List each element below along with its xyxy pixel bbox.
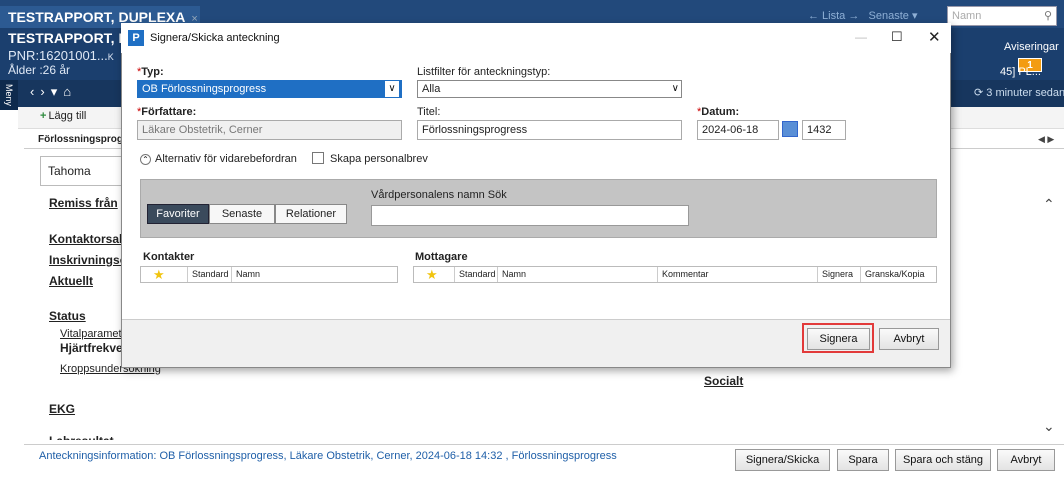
vardpersonal-search-input[interactable] xyxy=(371,205,689,226)
listfilter-select[interactable]: Alla ∨ xyxy=(417,80,682,98)
chevron-up-icon[interactable]: ⌃ xyxy=(140,153,151,165)
col-namn[interactable]: Namn xyxy=(497,267,526,282)
refresh-icon[interactable]: ⟳ xyxy=(974,87,983,99)
forfattare-label: *Författare: xyxy=(137,106,197,118)
kontakter-grid-header: ★ Standard Namn xyxy=(140,266,398,283)
avisering-label[interactable]: Aviseringar xyxy=(1004,41,1059,53)
forward-icon[interactable]: › xyxy=(40,84,50,99)
datum-field[interactable]: 2024-06-18 xyxy=(697,120,779,140)
scroll-up-icon[interactable]: ⌃ xyxy=(1043,196,1055,213)
menu-button[interactable]: Meny xyxy=(0,80,18,110)
pnr-value: PNR:16201001... xyxy=(8,48,108,63)
label-hjartfrekvens: Hjärtfrekver xyxy=(60,341,128,355)
col-granska[interactable]: Granska/Kopia xyxy=(860,267,925,282)
mottagare-label: Mottagare xyxy=(415,251,468,263)
app-icon: P xyxy=(128,30,144,46)
typ-label: *Typ: xyxy=(137,66,164,78)
spara-och-stang-button[interactable]: Spara och stäng xyxy=(895,449,991,471)
dialog-title: Signera/Skicka anteckning xyxy=(150,32,280,44)
col-namn[interactable]: Namn xyxy=(231,267,260,282)
chevron-down-icon[interactable]: ∨ xyxy=(672,81,679,97)
star-icon[interactable]: ★ xyxy=(153,267,165,282)
chevron-down-icon[interactable]: ∨ xyxy=(385,81,399,97)
typ-value: OB Förlossningsprogress xyxy=(142,83,267,95)
calendar-icon[interactable] xyxy=(782,121,798,137)
tab-relationer[interactable]: Relationer xyxy=(275,204,347,224)
section-kontaktorsak[interactable]: Kontaktorsak xyxy=(49,232,126,246)
search-placeholder: Namn xyxy=(952,10,982,22)
scroll-down-icon[interactable]: ⌄ xyxy=(1043,418,1055,435)
titel-label: Titel: xyxy=(417,106,441,118)
section-inskrivning[interactable]: Inskrivningsor xyxy=(49,253,132,267)
pl-text: 45] PL... xyxy=(1000,66,1041,78)
forfattare-field[interactable]: Läkare Obstetrik, Cerner xyxy=(137,120,402,140)
avbryt-button[interactable]: Avbryt xyxy=(879,328,939,350)
avbryt-main-button[interactable]: Avbryt xyxy=(997,449,1055,471)
tid-field[interactable]: 1432 xyxy=(802,120,846,140)
search-input[interactable]: Namn ⚲ xyxy=(947,6,1057,26)
nav-arrows[interactable]: ‹›▾⌂ xyxy=(30,84,77,100)
maximize-icon[interactable]: ☐ xyxy=(891,29,903,45)
senaste-dropdown[interactable]: Senaste ▾ xyxy=(869,10,918,22)
dropdown-icon[interactable]: ▾ xyxy=(51,84,64,99)
listfilter-value: Alla xyxy=(422,83,441,95)
skapa-personalbrev-label: Skapa personalbrev xyxy=(330,153,428,165)
mottagare-grid-header: ★ Standard Namn Kommentar Signera Gransk… xyxy=(413,266,937,283)
home-icon[interactable]: ⌂ xyxy=(63,84,77,99)
col-standard[interactable]: Standard xyxy=(187,267,229,282)
close-icon[interactable]: ✕ xyxy=(928,28,941,46)
vardpersonal-label: Vårdpersonalens namn Sök xyxy=(371,189,507,201)
plus-icon: + xyxy=(40,110,47,122)
add-label: Lägg till xyxy=(48,110,87,122)
alternativ-toggle[interactable]: ⌃ Alternativ för vidarebefordran xyxy=(140,153,297,165)
tab-senaste[interactable]: Senaste xyxy=(209,204,275,224)
patient-pnr: PNR:16201001...K xyxy=(8,48,114,63)
datum-label: *Datum: xyxy=(697,106,740,118)
alternativ-label: Alternativ för vidarebefordran xyxy=(155,153,297,165)
patient-age: Ålder :26 år xyxy=(8,63,71,77)
add-button[interactable]: + Lägg till xyxy=(40,110,86,122)
patient-name: TESTRAPPORT, D xyxy=(8,30,129,46)
titel-field[interactable]: Förlossningsprogress xyxy=(417,120,682,140)
top-nav[interactable]: ← Lista → Senaste ▾ xyxy=(808,9,917,22)
section-ekg[interactable]: EKG xyxy=(49,402,75,416)
signera-button[interactable]: Signera xyxy=(807,328,870,350)
col-standard[interactable]: Standard xyxy=(454,267,496,282)
minimize-icon[interactable]: — xyxy=(855,30,867,44)
star-icon[interactable]: ★ xyxy=(426,267,438,282)
note-info: Anteckningsinformation: OB Förlossningsp… xyxy=(39,450,617,462)
lista-link[interactable]: ← Lista → xyxy=(808,10,859,22)
skapa-personalbrev-checkbox[interactable] xyxy=(312,152,324,164)
spara-button[interactable]: Spara xyxy=(837,449,889,471)
col-signera[interactable]: Signera xyxy=(817,267,853,282)
listfilter-label: Listfilter för anteckningstyp: xyxy=(417,66,551,78)
refresh-text: 3 minuter sedan xyxy=(986,87,1064,99)
section-status[interactable]: Status xyxy=(49,309,86,323)
document-tab[interactable]: Förlossningsprogr xyxy=(38,134,127,145)
section-aktuellt[interactable]: Aktuellt xyxy=(49,274,93,288)
section-remiss[interactable]: Remiss från xyxy=(49,196,118,210)
pnr-suffix: K xyxy=(107,52,114,62)
refresh-status[interactable]: ⟳ 3 minuter sedan xyxy=(974,86,1064,99)
section-socialt[interactable]: Socialt xyxy=(704,374,743,388)
section-lab[interactable]: Labresultat xyxy=(49,434,114,440)
back-icon[interactable]: ‹ xyxy=(30,84,40,99)
col-kommentar[interactable]: Kommentar xyxy=(657,267,709,282)
tab-favoriter[interactable]: Favoriter xyxy=(147,204,209,224)
kontakter-label: Kontakter xyxy=(143,251,195,263)
search-icon[interactable]: ⚲ xyxy=(1044,9,1052,22)
signera-skicka-button[interactable]: Signera/Skicka xyxy=(735,449,830,471)
font-select[interactable]: Tahoma xyxy=(40,156,130,186)
tab-scroll-arrows[interactable]: ◀ ▶ xyxy=(1038,134,1054,145)
typ-select[interactable]: OB Förlossningsprogress ∨ xyxy=(137,80,402,98)
